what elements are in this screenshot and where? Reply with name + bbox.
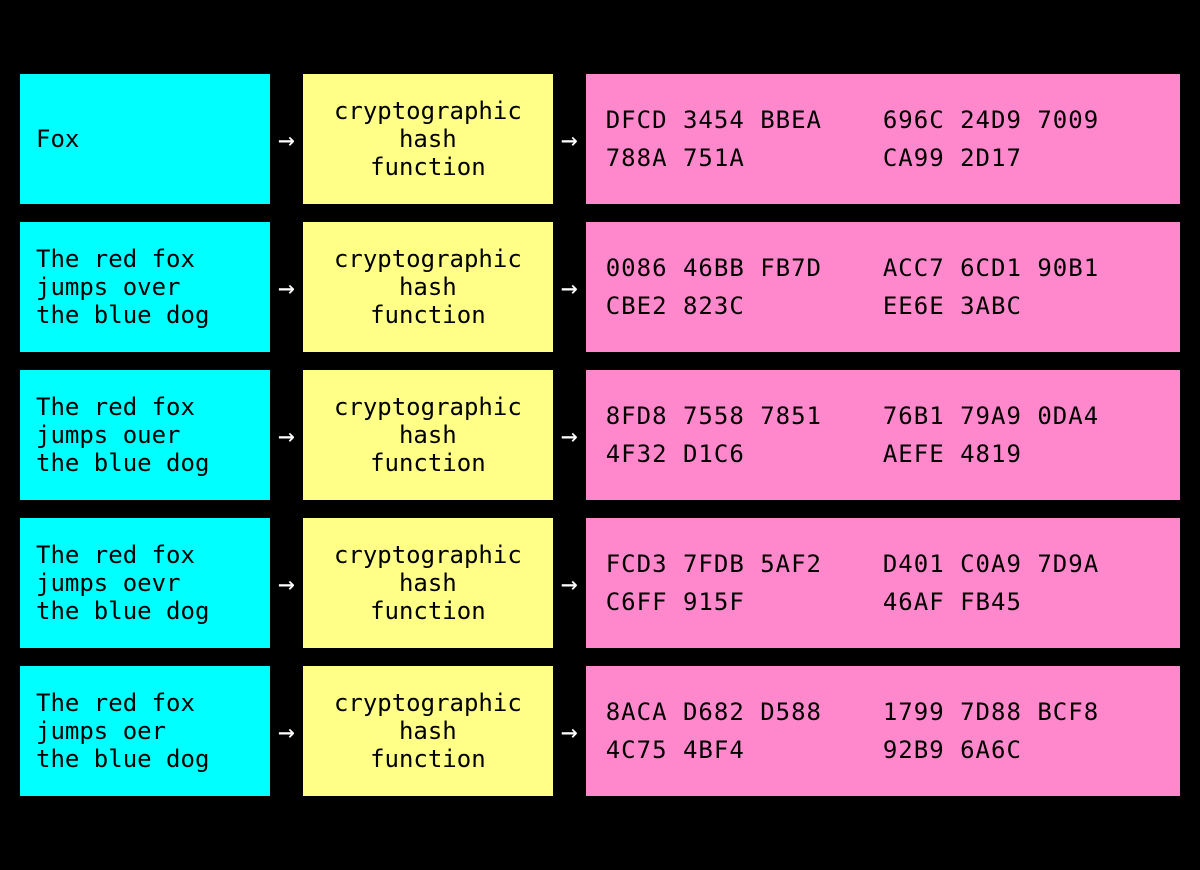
hash-box-1: cryptographic hash function [303, 74, 553, 204]
arrow-right-2: → [561, 271, 578, 304]
row-4: The red fox jumps oevr the blue dog→cryp… [20, 518, 1180, 648]
hash-box-3: cryptographic hash function [303, 370, 553, 500]
output-box-1: DFCD 3454 BBEA 788A 751A696C 24D9 7009 C… [586, 74, 1180, 204]
output-line2-4: D401 C0A9 7D9A 46AF FB45 [883, 545, 1160, 622]
output-box-3: 8FD8 7558 7851 4F32 D1C676B1 79A9 0DA4 A… [586, 370, 1180, 500]
output-line2-5: 1799 7D88 BCF8 92B9 6A6C [883, 693, 1160, 770]
row-1: Fox→cryptographic hash function→DFCD 345… [20, 74, 1180, 204]
output-line1-3: 8FD8 7558 7851 4F32 D1C6 [606, 397, 883, 474]
input-box-1: Fox [20, 74, 270, 204]
row-2: The red fox jumps over the blue dog→cryp… [20, 222, 1180, 352]
arrow-left-2: → [278, 271, 295, 304]
output-line2-2: ACC7 6CD1 90B1 EE6E 3ABC [883, 249, 1160, 326]
output-box-2: 0086 46BB FB7D CBE2 823CACC7 6CD1 90B1 E… [586, 222, 1180, 352]
input-box-4: The red fox jumps oevr the blue dog [20, 518, 270, 648]
arrow-right-4: → [561, 567, 578, 600]
output-line1-1: DFCD 3454 BBEA 788A 751A [606, 101, 883, 178]
arrow-left-3: → [278, 419, 295, 452]
output-line1-4: FCD3 7FDB 5AF2 C6FF 915F [606, 545, 883, 622]
hash-box-4: cryptographic hash function [303, 518, 553, 648]
output-box-5: 8ACA D682 D588 4C75 4BF41799 7D88 BCF8 9… [586, 666, 1180, 796]
arrow-left-4: → [278, 567, 295, 600]
row-3: The red fox jumps ouer the blue dog→cryp… [20, 370, 1180, 500]
hash-box-2: cryptographic hash function [303, 222, 553, 352]
arrow-left-1: → [278, 123, 295, 156]
arrow-right-5: → [561, 715, 578, 748]
output-line2-1: 696C 24D9 7009 CA99 2D17 [883, 101, 1160, 178]
output-line1-2: 0086 46BB FB7D CBE2 823C [606, 249, 883, 326]
input-box-2: The red fox jumps over the blue dog [20, 222, 270, 352]
output-line1-5: 8ACA D682 D588 4C75 4BF4 [606, 693, 883, 770]
arrow-right-1: → [561, 123, 578, 156]
row-5: The red fox jumps oer the blue dog→crypt… [20, 666, 1180, 796]
input-box-5: The red fox jumps oer the blue dog [20, 666, 270, 796]
input-box-3: The red fox jumps ouer the blue dog [20, 370, 270, 500]
output-line2-3: 76B1 79A9 0DA4 AEFE 4819 [883, 397, 1160, 474]
arrow-right-3: → [561, 419, 578, 452]
output-box-4: FCD3 7FDB 5AF2 C6FF 915FD401 C0A9 7D9A 4… [586, 518, 1180, 648]
arrow-left-5: → [278, 715, 295, 748]
main-diagram: Fox→cryptographic hash function→DFCD 345… [0, 54, 1200, 816]
hash-box-5: cryptographic hash function [303, 666, 553, 796]
